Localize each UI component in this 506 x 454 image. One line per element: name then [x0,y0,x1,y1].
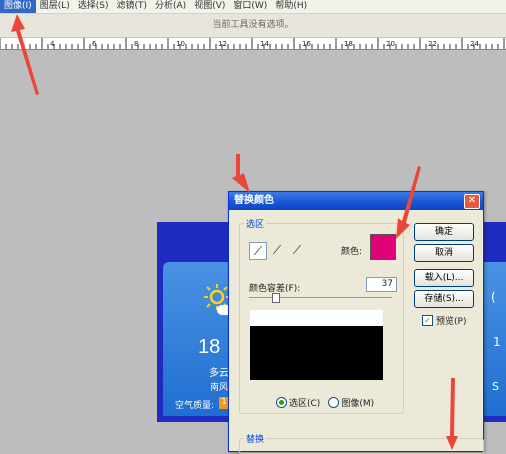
wind-direction: 南风 [210,383,229,393]
temperature: 18 [198,336,221,358]
eyedropper-minus-icon[interactable]: ⟋ [289,242,305,258]
tolerance-slider-track[interactable] [249,297,392,298]
ruler-label: 10 [176,40,185,48]
tolerance-slider-thumb[interactable] [272,293,281,303]
ruler-label: 22 [428,40,437,48]
weather-condition: 多云 [209,368,229,379]
menu-image[interactable]: 图像(I) [0,0,36,13]
ruler-label: 6 [92,40,97,48]
cancel-button[interactable]: 取消 [414,244,474,262]
ruler-label: 20 [386,40,395,48]
menu-layer[interactable]: 图层(L) [36,0,74,13]
dialog-titlebar[interactable]: 替换颜色 ✕ [229,192,483,210]
preview-mask-top [250,310,383,326]
ruler-label: 16 [302,40,311,48]
preview-checkbox[interactable]: ✓ [422,315,433,326]
ok-button[interactable]: 确定 [414,223,474,241]
menu-analysis[interactable]: 分析(A) [151,0,190,13]
selection-group-label: 选区 [246,220,265,230]
eyedropper-icon[interactable]: ⟋ [249,242,267,260]
options-bar-text: 当前工具没有选项。 [212,20,294,30]
menu-filter[interactable]: 滤镜(T) [112,0,151,13]
radio-image[interactable]: 图像(M) [328,396,374,409]
menu-bar: 图像(I) 图层(L) 选择(S) 滤镜(T) 分析(A) 视图(V) 窗口(W… [0,0,506,14]
preview-mode-radios: 选区(C) 图像(M) [276,396,374,409]
selection-preview [250,310,383,380]
ruler-label: 18 [344,40,353,48]
radio-selection-label: 选区(C) [289,399,321,409]
menu-help[interactable]: 帮助(H) [271,0,311,13]
ruler-label: 14 [260,40,269,48]
tolerance-input[interactable]: 37 [366,277,397,292]
ruler-label: 4 [50,40,55,48]
radio-selection[interactable]: 选区(C) [276,396,320,409]
close-button[interactable]: ✕ [464,194,480,209]
replace-group: 替换 [239,432,484,454]
color-label: 颜色: [341,247,363,257]
right-card-glyph-bottom: S [492,380,499,393]
ruler-ticks: 4 6 8 10 12 14 16 18 20 22 24 [0,38,505,49]
radio-selection-dot[interactable] [276,397,287,408]
color-swatch[interactable] [370,234,396,260]
eyedropper-plus-icon[interactable]: ⟋ [269,242,285,258]
air-quality-label: 空气质量: [175,401,215,411]
right-card-glyph-top: ( [491,290,496,304]
ruler-label: 12 [218,40,227,48]
load-button[interactable]: 载入(L)... [414,269,474,287]
preview-checkbox-row[interactable]: ✓ 预览(P) [422,314,466,327]
replace-color-dialog: 替换颜色 ✕ 选区 ⟋ ⟋ ⟋ 颜色: 颜色容差(F): 37 选区(C) 图像… [228,191,484,454]
ruler-label: 8 [134,40,138,48]
radio-image-dot[interactable] [328,397,340,408]
right-card-glyph-mid: 1 [493,335,501,349]
preview-checkbox-label: 预览(P) [436,317,467,327]
radio-image-label: 图像(M) [341,399,375,409]
ruler-label: 24 [470,40,479,48]
save-button[interactable]: 存储(S)... [414,290,474,308]
dialog-title: 替换颜色 [234,195,274,206]
options-bar: 当前工具没有选项。 [0,14,506,38]
replace-group-label: 替换 [246,435,265,445]
horizontal-ruler: 4 6 8 10 12 14 16 18 20 22 24 [0,38,506,50]
menu-window[interactable]: 窗口(W) [229,0,271,13]
menu-view[interactable]: 视图(V) [190,0,229,13]
menu-select[interactable]: 选择(S) [74,0,113,13]
